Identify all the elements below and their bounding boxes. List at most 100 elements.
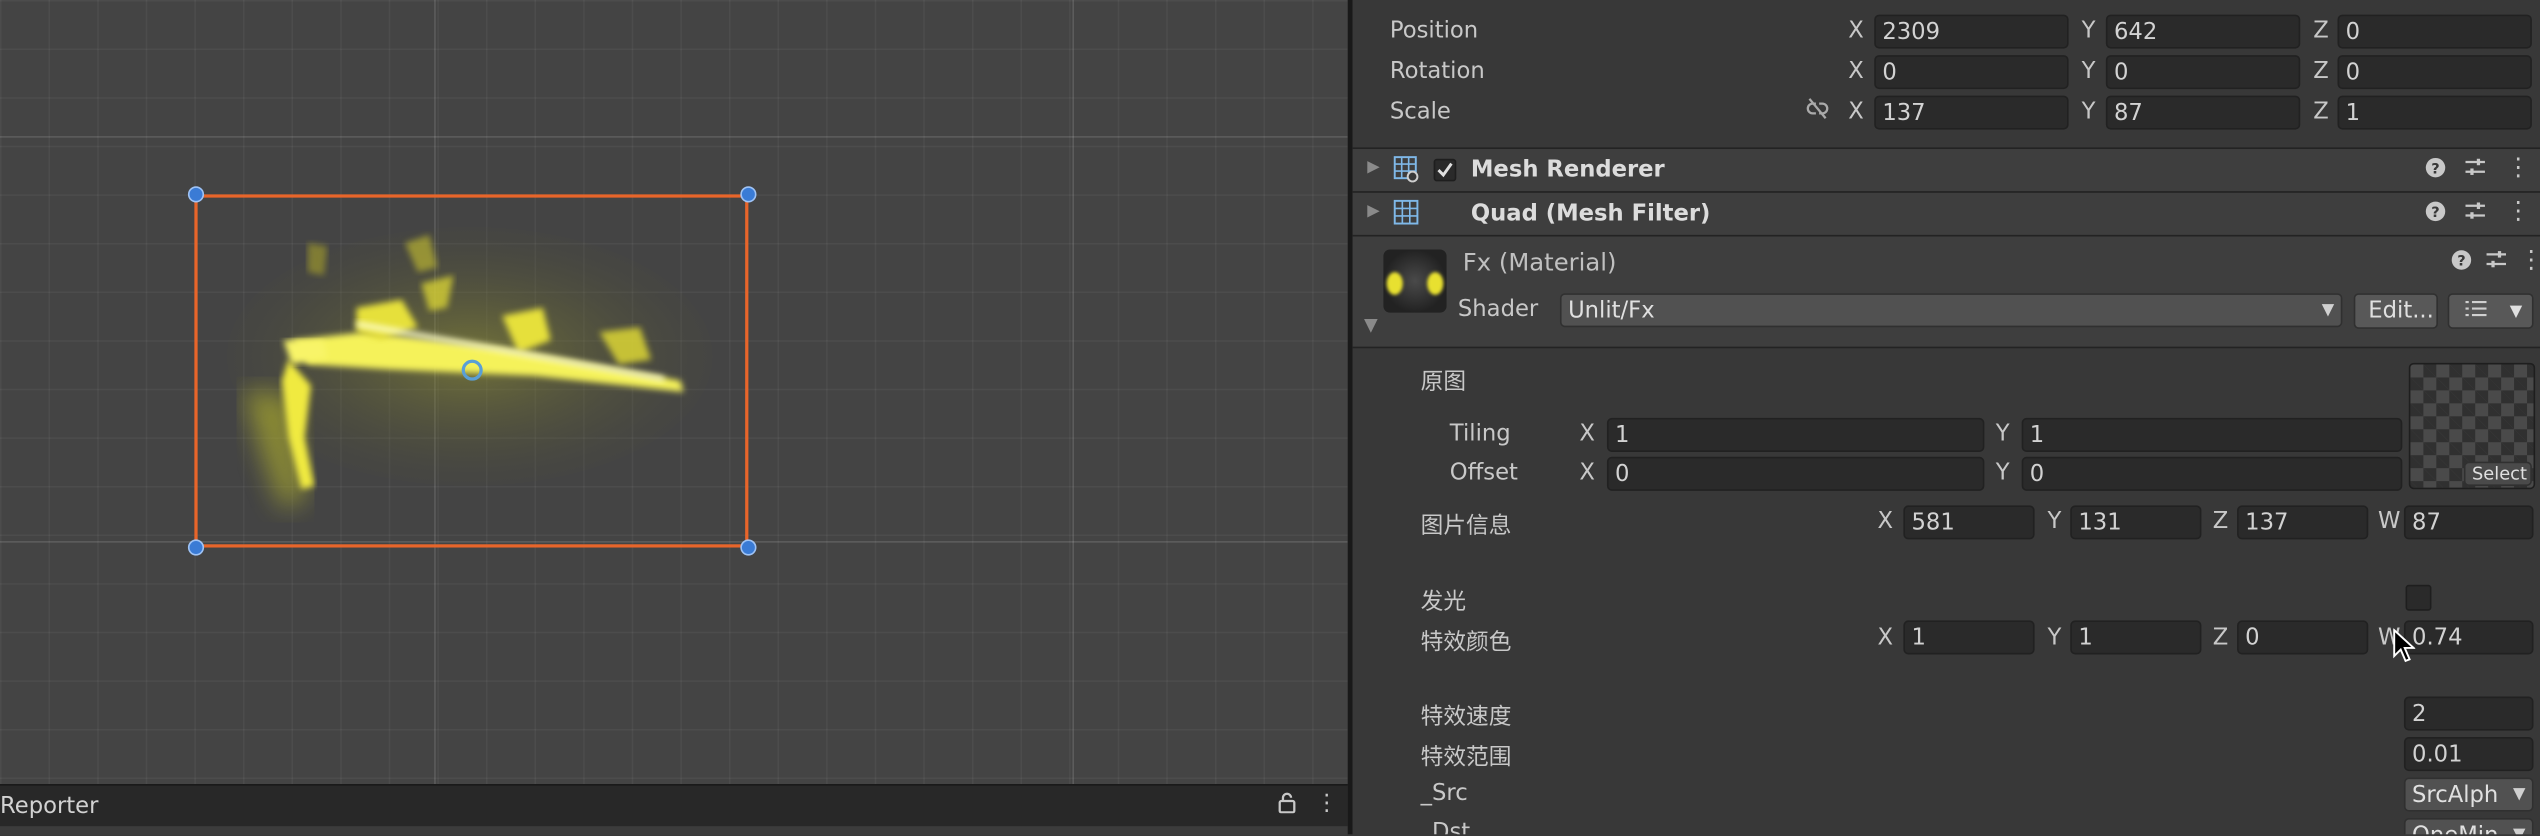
fx-range-label: 特效范围	[1420, 745, 1512, 772]
resize-handle-top-right[interactable]	[740, 186, 757, 203]
rotation-x-field[interactable]: 0	[1874, 55, 2069, 90]
img-info-y-field[interactable]: 131	[2070, 505, 2202, 540]
position-z-label[interactable]: Z	[2313, 18, 2329, 44]
resize-handle-top-left[interactable]	[187, 186, 205, 203]
pivot-handle[interactable]	[461, 359, 483, 381]
fx-color-w-field[interactable]: 0.74	[2403, 620, 2534, 655]
dst-value: OneMin	[2412, 823, 2498, 834]
scale-label: Scale	[1389, 98, 1451, 125]
shader-dropdown[interactable]: Unlit/Fx ▼	[1559, 293, 2343, 328]
lock-icon[interactable]	[1278, 792, 1296, 820]
scale-z-label[interactable]: Z	[2313, 99, 2329, 125]
rotation-z-label[interactable]: Z	[2313, 58, 2329, 84]
grid-line	[0, 136, 1348, 138]
position-y-label[interactable]: Y	[2082, 18, 2096, 44]
kebab-menu-icon[interactable]: ⋮	[2506, 152, 2530, 181]
rotation-label: Rotation	[1389, 58, 1485, 85]
material-title: Fx (Material)	[1462, 247, 1617, 278]
reporter-panel: Reporter ⋮	[0, 784, 1348, 836]
help-icon[interactable]: ?	[2451, 249, 2472, 277]
foldout-arrow-icon[interactable]: ▼	[1364, 314, 1378, 335]
img-info-y-label[interactable]: Y	[2048, 509, 2062, 535]
rotation-x-label[interactable]: X	[1848, 58, 1864, 84]
tiling-x-field[interactable]: 1	[1606, 417, 1985, 452]
chevron-down-icon: ▼	[2513, 820, 2525, 834]
src-label: _Src	[1420, 780, 1468, 807]
tiling-x-label[interactable]: X	[1579, 421, 1595, 447]
shader-options-button[interactable]: ▼	[2447, 293, 2534, 329]
glow-label: 发光	[1420, 589, 1467, 616]
fx-color-z-label[interactable]: Z	[2213, 625, 2229, 651]
chevron-down-icon: ▼	[2321, 301, 2335, 320]
mesh-renderer-enabled-checkbox[interactable]	[1433, 158, 1457, 182]
src-dropdown[interactable]: SrcAlph ▼	[2403, 777, 2534, 812]
mesh-filter-header[interactable]: ▶ Quad (Mesh Filter) ? ⋮	[1352, 191, 2540, 235]
offset-y-field[interactable]: 0	[2021, 456, 2403, 491]
foldout-arrow-icon[interactable]: ▶	[1367, 202, 1379, 220]
offset-x-label[interactable]: X	[1579, 460, 1595, 486]
preset-sliders-icon[interactable]	[2464, 156, 2487, 185]
main-tex-label: 原图	[1420, 369, 1467, 396]
scale-x-field[interactable]: 137	[1874, 95, 2069, 130]
img-info-w-field[interactable]: 87	[2403, 505, 2534, 540]
scale-z-field[interactable]: 1	[2337, 95, 2532, 130]
fx-color-y-field[interactable]: 1	[2070, 620, 2202, 655]
glow-checkbox[interactable]	[2405, 584, 2432, 611]
kebab-menu-icon[interactable]: ⋮	[2519, 245, 2540, 274]
grid-line	[1072, 0, 1074, 785]
position-y-field[interactable]: 642	[2105, 14, 2301, 49]
scene-view[interactable]	[0, 0, 1348, 785]
img-info-z-field[interactable]: 137	[2237, 505, 2369, 540]
offset-y-label[interactable]: Y	[1996, 460, 2010, 486]
mesh-renderer-header[interactable]: ▶ Mesh Renderer ? ⋮	[1352, 147, 2540, 192]
reporter-toolbar	[0, 826, 1348, 836]
fx-range-field[interactable]: 0.01	[2403, 737, 2534, 772]
scale-y-label[interactable]: Y	[2082, 99, 2096, 125]
scale-y-field[interactable]: 87	[2105, 95, 2301, 130]
fx-color-x-field[interactable]: 1	[1903, 620, 2035, 655]
tiling-y-label[interactable]: Y	[1996, 421, 2010, 447]
chevron-down-icon: ▼	[2509, 302, 2523, 321]
position-x-label[interactable]: X	[1848, 18, 1864, 44]
img-info-x-label[interactable]: X	[1877, 509, 1893, 535]
help-icon[interactable]: ?	[2425, 201, 2446, 229]
resize-handle-bottom-right[interactable]	[740, 539, 757, 556]
tiling-y-field[interactable]: 1	[2021, 417, 2403, 452]
texture-slot[interactable]: Select	[2408, 362, 2536, 490]
offset-x-field[interactable]: 0	[1606, 456, 1985, 491]
kebab-menu-icon[interactable]: ⋮	[1315, 791, 1338, 817]
fx-color-z-field[interactable]: 0	[2237, 620, 2369, 655]
img-info-z-label[interactable]: Z	[2213, 509, 2229, 535]
position-z-field[interactable]: 0	[2337, 14, 2532, 49]
mouse-cursor-icon	[2393, 627, 2417, 671]
texture-select-button[interactable]: Select	[2463, 461, 2532, 486]
inspector-panel: Position X 2309 Y 642 Z 0 Rotation X 0 Y…	[1352, 0, 2540, 835]
scale-x-label[interactable]: X	[1848, 99, 1864, 125]
offset-label: Offset	[1449, 460, 1518, 486]
fx-speed-label: 特效速度	[1420, 704, 1512, 731]
foldout-arrow-icon[interactable]: ▶	[1367, 159, 1379, 177]
rotation-y-field[interactable]: 0	[2105, 55, 2301, 90]
help-icon[interactable]: ?	[2425, 157, 2446, 185]
fx-color-x-label[interactable]: X	[1877, 625, 1893, 651]
unlink-icon[interactable]	[1805, 97, 1831, 126]
shader-edit-button[interactable]: Edit...	[2353, 293, 2438, 329]
fx-speed-field[interactable]: 2	[2403, 696, 2534, 731]
dst-label: _Dst	[1420, 819, 1471, 835]
tiling-label: Tiling	[1449, 421, 1511, 448]
preset-sliders-icon[interactable]	[2485, 248, 2508, 277]
dst-dropdown[interactable]: OneMin ▼	[2403, 818, 2534, 835]
reporter-tab-title[interactable]: Reporter	[0, 794, 98, 820]
material-header[interactable]: Fx (Material) Shader Unlit/Fx ▼ Edit... …	[1352, 234, 2540, 349]
svg-text:?: ?	[2457, 253, 2465, 270]
position-x-field[interactable]: 2309	[1874, 14, 2069, 49]
rotation-y-label[interactable]: Y	[2082, 58, 2096, 84]
fx-color-y-label[interactable]: Y	[2048, 625, 2062, 651]
resize-handle-bottom-left[interactable]	[187, 539, 205, 556]
mesh-renderer-title: Mesh Renderer	[1470, 157, 1665, 184]
preset-sliders-icon[interactable]	[2464, 199, 2487, 228]
img-info-w-label[interactable]: W	[2378, 509, 2400, 535]
rotation-z-field[interactable]: 0	[2337, 55, 2532, 90]
img-info-x-field[interactable]: 581	[1903, 505, 2035, 540]
kebab-menu-icon[interactable]: ⋮	[2506, 196, 2530, 225]
